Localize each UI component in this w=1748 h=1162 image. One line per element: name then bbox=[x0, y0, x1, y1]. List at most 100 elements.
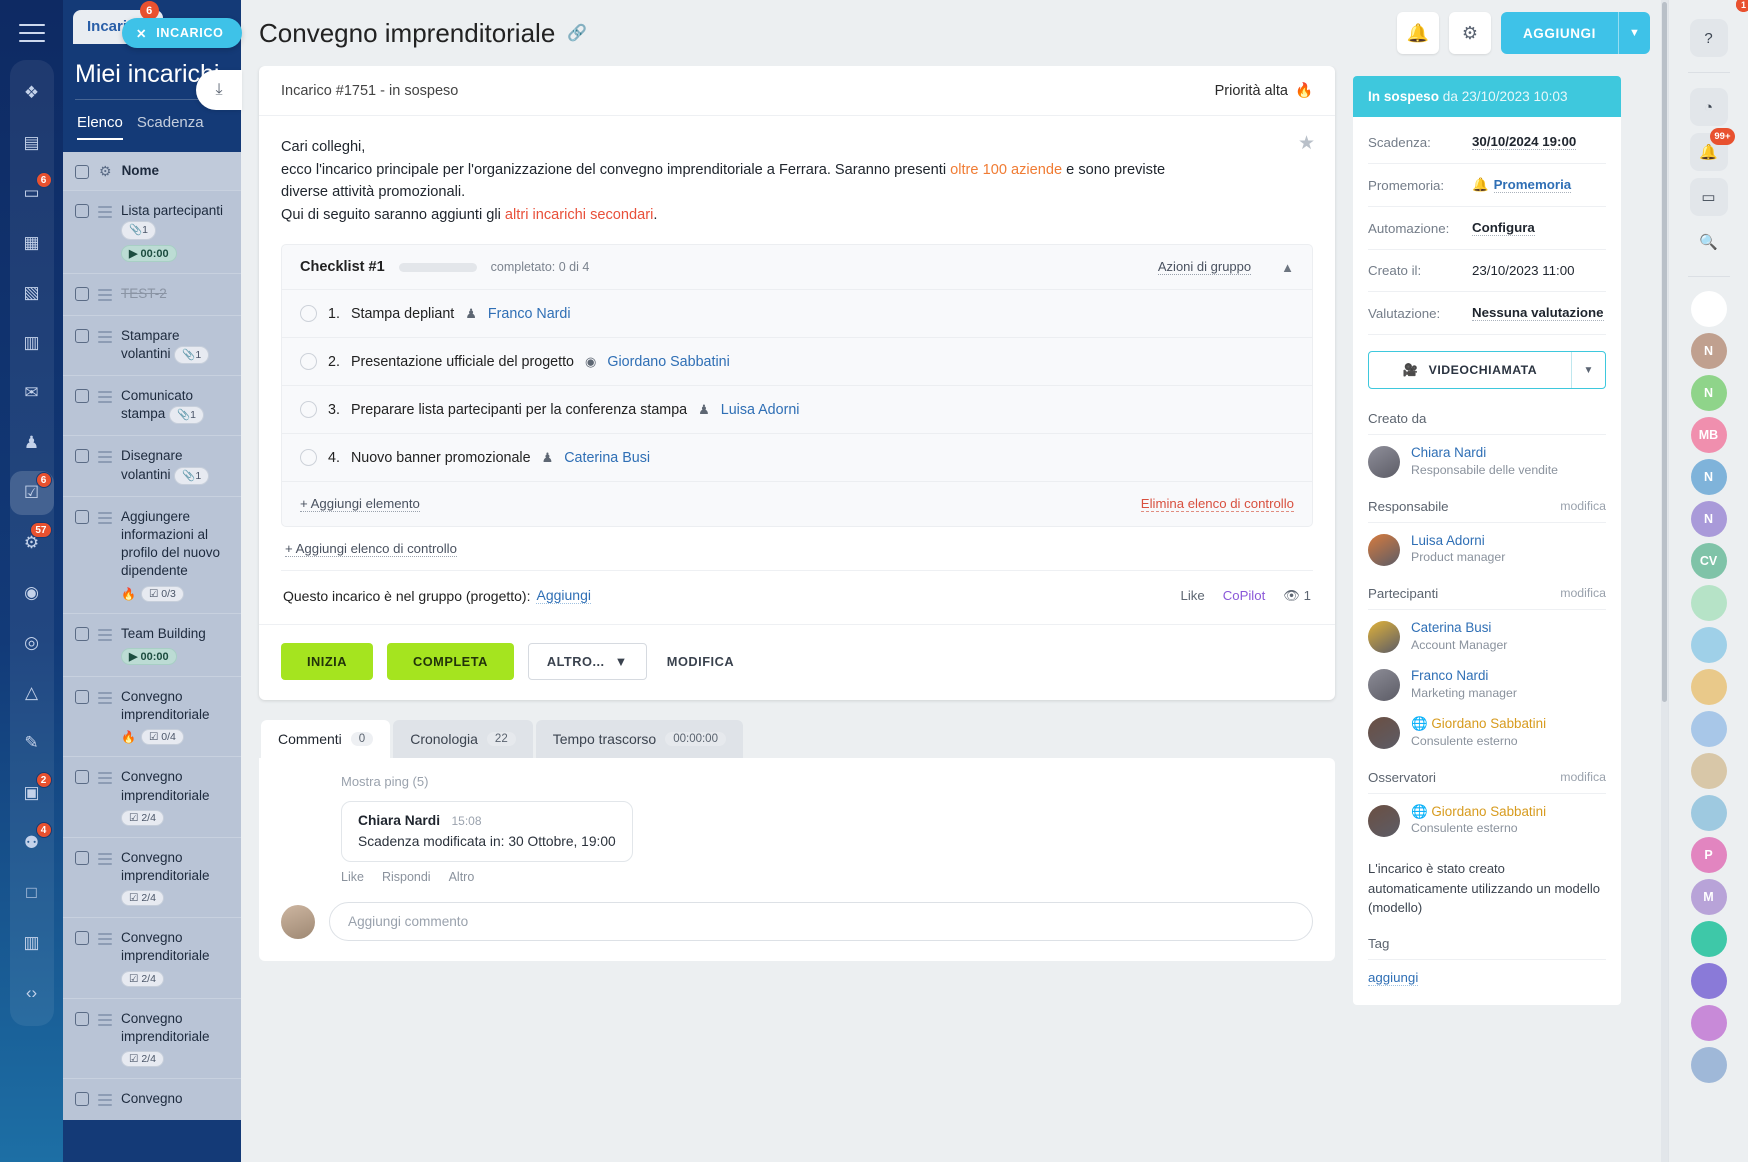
search-icon[interactable]: 🔍 bbox=[1690, 223, 1728, 261]
tab-cronologia[interactable]: Cronologia22 bbox=[393, 720, 533, 758]
tag-add-link[interactable]: aggiungi bbox=[1368, 960, 1418, 986]
row-checkbox[interactable] bbox=[75, 329, 89, 343]
person-row[interactable]: Luisa AdorniProduct manager bbox=[1368, 523, 1606, 571]
shop-icon[interactable]: △ bbox=[10, 671, 54, 715]
sign-icon[interactable]: ✎ bbox=[10, 721, 54, 765]
timeline-icon[interactable]: ◔ bbox=[1690, 88, 1728, 126]
person-name[interactable]: 🌐 Giordano Sabbatini bbox=[1411, 804, 1546, 821]
person-row[interactable]: 🌐 Giordano SabbatiniConsulente esterno bbox=[1368, 794, 1606, 842]
sidebar-task-row[interactable]: Team Building ▶ 00:00 bbox=[63, 613, 241, 676]
drag-handle-icon[interactable] bbox=[98, 853, 112, 868]
drag-handle-icon[interactable] bbox=[98, 629, 112, 644]
more-button[interactable]: ALTRO... ▼ bbox=[528, 643, 647, 680]
drag-handle-icon[interactable] bbox=[98, 933, 112, 948]
comment-input[interactable]: Aggiungi commento bbox=[329, 902, 1313, 941]
code-icon[interactable]: ‹› bbox=[10, 971, 54, 1015]
help-icon[interactable]: ? bbox=[1690, 19, 1728, 57]
sidebar-task-row[interactable]: Convegno imprenditoriale 🔥☑ 0/4 bbox=[63, 676, 241, 756]
like-link[interactable]: Like bbox=[1181, 588, 1205, 603]
checklist-item-assignee[interactable]: Franco Nardi bbox=[488, 306, 571, 322]
checklist-item[interactable]: 4.Nuovo banner promozionale♟Caterina Bus… bbox=[282, 434, 1312, 482]
person-name[interactable]: Chiara Nardi bbox=[1411, 445, 1558, 462]
row-checkbox[interactable] bbox=[75, 287, 89, 301]
add-button[interactable]: AGGIUNGI bbox=[1501, 12, 1618, 54]
storage-icon[interactable]: □ bbox=[10, 871, 54, 915]
checklist-radio[interactable] bbox=[300, 305, 317, 322]
rail-avatar[interactable] bbox=[1691, 585, 1727, 621]
detail-value[interactable]: Configura bbox=[1472, 220, 1535, 236]
complete-button[interactable]: COMPLETA bbox=[387, 643, 514, 680]
add-dropdown-caret[interactable]: ▼ bbox=[1618, 12, 1650, 54]
drag-handle-icon[interactable] bbox=[98, 772, 112, 787]
checklist-radio[interactable] bbox=[300, 353, 317, 370]
sidebar-task-row[interactable]: Disegnare volantini 📎1 bbox=[63, 435, 241, 495]
marketing-icon[interactable]: ◉ bbox=[10, 571, 54, 615]
row-checkbox[interactable] bbox=[75, 690, 89, 704]
rail-avatar[interactable]: CV bbox=[1691, 543, 1727, 579]
video-call-caret[interactable]: ▼ bbox=[1571, 352, 1605, 388]
video-call-button[interactable]: 🎥 VIDEOCHIAMATA ▼ bbox=[1368, 351, 1606, 389]
timer-chip[interactable]: ▶ 00:00 bbox=[121, 648, 177, 665]
analytics-icon[interactable]: ▥ bbox=[10, 921, 54, 965]
detail-value[interactable]: 23/10/2023 11:00 bbox=[1472, 263, 1575, 278]
chevron-up-icon[interactable]: ▲ bbox=[1281, 260, 1294, 275]
person-name[interactable]: 🌐 Giordano Sabbatini bbox=[1411, 716, 1546, 733]
rail-avatar[interactable] bbox=[1691, 1047, 1727, 1083]
person-name[interactable]: Caterina Busi bbox=[1411, 620, 1507, 637]
row-checkbox[interactable] bbox=[75, 204, 89, 218]
tab-commenti[interactable]: Commenti0 bbox=[261, 720, 390, 758]
documents-icon[interactable]: ▧ bbox=[10, 271, 54, 315]
incarico-pill[interactable]: ✕ INCARICO bbox=[122, 18, 242, 48]
row-checkbox[interactable] bbox=[75, 1012, 89, 1026]
sidebar-task-row[interactable]: Lista partecipanti 📎1▶ 00:00 bbox=[63, 190, 241, 272]
rail-avatar[interactable]: P bbox=[1691, 837, 1727, 873]
checklist-item[interactable]: 1.Stampa depliant♟Franco Nardi bbox=[282, 290, 1312, 338]
close-icon[interactable]: ✕ bbox=[136, 26, 147, 41]
row-checkbox[interactable] bbox=[75, 931, 89, 945]
person-name[interactable]: Luisa Adorni bbox=[1411, 533, 1505, 550]
drag-handle-icon[interactable] bbox=[98, 451, 112, 466]
checklist-radio[interactable] bbox=[300, 449, 317, 466]
checklist-radio[interactable] bbox=[300, 401, 317, 418]
tasks-icon[interactable]: ☑6 bbox=[10, 471, 54, 515]
detail-value[interactable]: Nessuna valutazione bbox=[1472, 305, 1604, 321]
comment-action-rispondi[interactable]: Rispondi bbox=[382, 870, 431, 884]
copilot-link[interactable]: CoPilot bbox=[1223, 588, 1266, 603]
rail-avatar[interactable]: M bbox=[1691, 879, 1727, 915]
rail-avatar[interactable]: 1 bbox=[1691, 963, 1727, 999]
tab-tempo-trascorso[interactable]: Tempo trascorso00:00:00 bbox=[536, 720, 743, 758]
person-row[interactable]: Caterina BusiAccount Manager bbox=[1368, 610, 1606, 658]
comment-action-altro[interactable]: Altro bbox=[449, 870, 475, 884]
robot-icon[interactable]: ⚉4 bbox=[10, 821, 54, 865]
video-call-main[interactable]: 🎥 VIDEOCHIAMATA bbox=[1369, 352, 1571, 388]
rail-avatar[interactable] bbox=[1691, 795, 1727, 831]
person-row[interactable]: 🌐 Giordano SabbatiniConsulente esterno bbox=[1368, 706, 1606, 754]
person-row[interactable]: Franco NardiMarketing manager bbox=[1368, 658, 1606, 706]
row-checkbox[interactable] bbox=[75, 1092, 89, 1106]
rail-avatar[interactable] bbox=[1691, 711, 1727, 747]
drag-handle-icon[interactable] bbox=[98, 331, 112, 346]
link-icon[interactable]: 🔗 bbox=[567, 23, 587, 43]
checklist-item-assignee[interactable]: Caterina Busi bbox=[564, 450, 650, 466]
add-item-link[interactable]: + Aggiungi elemento bbox=[300, 496, 420, 512]
rail-avatar[interactable]: N bbox=[1691, 375, 1727, 411]
bell-icon[interactable]: 🔔 bbox=[1397, 12, 1439, 54]
section-modify-link[interactable]: modifica bbox=[1560, 586, 1606, 601]
rail-avatar[interactable] bbox=[1691, 627, 1727, 663]
sidebar-task-row[interactable]: Stampare volantini 📎1 bbox=[63, 315, 241, 375]
calendar-icon[interactable]: ▦ bbox=[10, 221, 54, 265]
rail-avatar[interactable]: N bbox=[1691, 501, 1727, 537]
mail-icon[interactable]: ✉ bbox=[10, 371, 54, 415]
rail-avatar[interactable] bbox=[1691, 669, 1727, 705]
drag-handle-icon[interactable] bbox=[98, 1014, 112, 1029]
checklist-item-assignee[interactable]: Luisa Adorni bbox=[721, 402, 800, 418]
group-actions-link[interactable]: Azioni di gruppo bbox=[1158, 259, 1251, 275]
rail-avatar[interactable]: N bbox=[1691, 459, 1727, 495]
checklist-item[interactable]: 3.Preparare lista partecipanti per la co… bbox=[282, 386, 1312, 434]
employees-icon[interactable]: ▣2 bbox=[10, 771, 54, 815]
drag-handle-icon[interactable] bbox=[98, 692, 112, 707]
news-feed-icon[interactable]: ▤ bbox=[10, 121, 54, 165]
row-checkbox[interactable] bbox=[75, 449, 89, 463]
row-checkbox[interactable] bbox=[75, 770, 89, 784]
sidebar-view-tab-elenco[interactable]: Elenco bbox=[77, 114, 123, 140]
